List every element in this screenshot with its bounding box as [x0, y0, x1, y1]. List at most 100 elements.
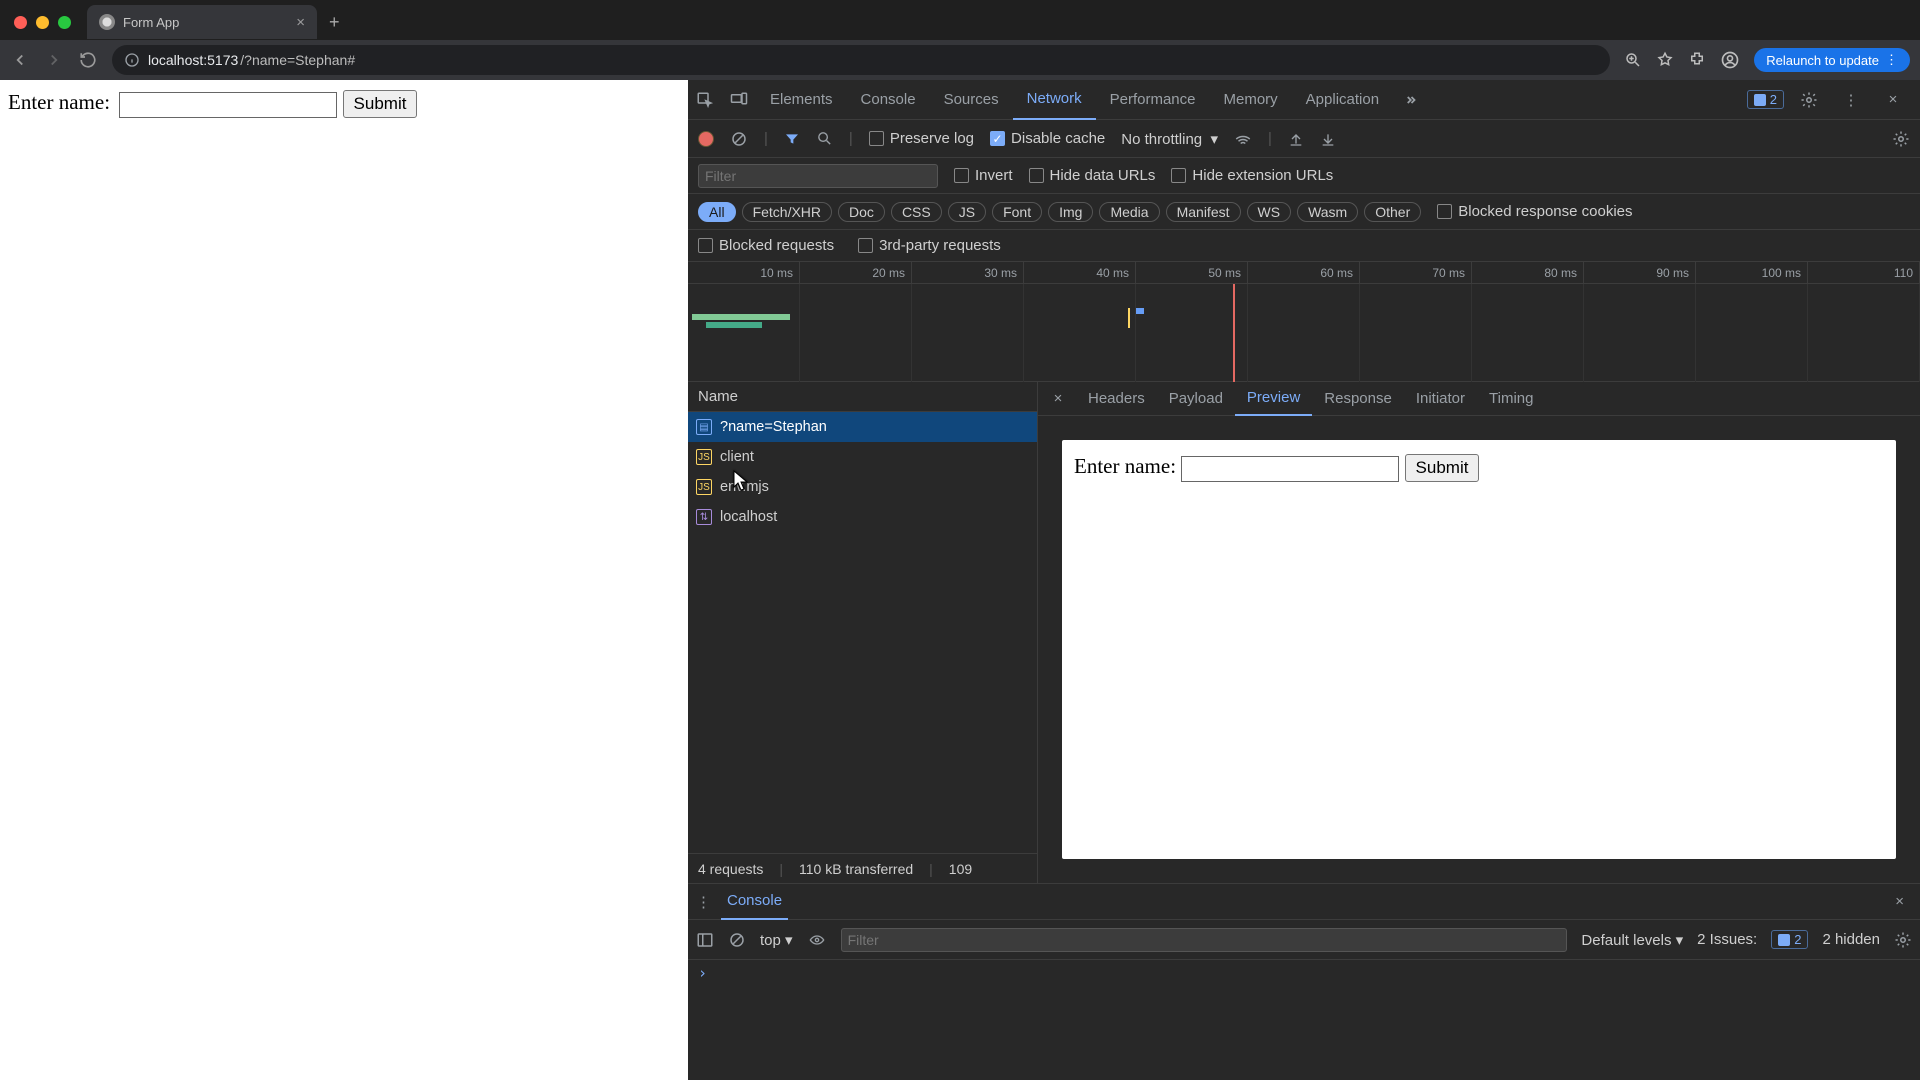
devtools-tab-bar: ElementsConsoleSourcesNetworkPerformance… — [688, 80, 1920, 120]
network-status-bar: 4 requests | 110 kB transferred | 109 — [688, 853, 1037, 883]
extensions-icon[interactable] — [1688, 51, 1706, 69]
search-icon[interactable] — [816, 130, 833, 147]
request-row[interactable]: JSclient — [688, 442, 1037, 472]
blocked-requests-checkbox[interactable]: Blocked requests — [698, 237, 834, 254]
preview-submit-button[interactable]: Submit — [1405, 454, 1480, 482]
detail-tab-initiator[interactable]: Initiator — [1404, 382, 1477, 416]
type-pill-img[interactable]: Img — [1048, 202, 1093, 222]
console-body[interactable]: › — [688, 960, 1920, 1080]
request-row[interactable]: ▤?name=Stephan — [688, 412, 1037, 442]
console-settings-icon[interactable] — [1894, 931, 1912, 949]
new-tab-button[interactable]: + — [323, 12, 346, 33]
request-row[interactable]: ⇅localhost — [688, 502, 1037, 532]
resources-size: 109 — [949, 861, 972, 877]
devtools-tab-memory[interactable]: Memory — [1210, 80, 1292, 120]
column-header-name[interactable]: Name — [688, 382, 1037, 412]
console-issues-label: 2 Issues: — [1697, 931, 1757, 948]
type-pill-fetchxhr[interactable]: Fetch/XHR — [742, 202, 832, 222]
type-pill-font[interactable]: Font — [992, 202, 1042, 222]
type-pill-ws[interactable]: WS — [1247, 202, 1292, 222]
request-list: Name ▤?name=StephanJSclientJSenv.mjs⇅loc… — [688, 382, 1038, 883]
device-toolbar-icon[interactable] — [722, 80, 756, 120]
disable-cache-checkbox[interactable]: ✓Disable cache — [990, 130, 1105, 147]
invert-checkbox[interactable]: Invert — [954, 167, 1013, 184]
devtools-tab-elements[interactable]: Elements — [756, 80, 847, 120]
console-filter-input[interactable] — [841, 928, 1568, 952]
third-party-checkbox[interactable]: 3rd-party requests — [858, 237, 1001, 254]
detail-tab-payload[interactable]: Payload — [1157, 382, 1235, 416]
devtools-close-icon[interactable]: × — [1876, 80, 1910, 120]
site-info-icon[interactable] — [124, 52, 140, 68]
devtools-tab-application[interactable]: Application — [1292, 80, 1393, 120]
hide-extension-urls-checkbox[interactable]: Hide extension URLs — [1171, 167, 1333, 184]
clear-button[interactable] — [730, 130, 748, 148]
type-pill-media[interactable]: Media — [1099, 202, 1159, 222]
extra-filter-row: Blocked requests 3rd-party requests — [688, 230, 1920, 262]
minimize-window-icon[interactable] — [36, 16, 49, 29]
address-bar[interactable]: localhost:5173/?name=Stephan# — [112, 45, 1610, 75]
detail-tab-response[interactable]: Response — [1312, 382, 1404, 416]
name-input[interactable] — [119, 92, 337, 118]
detail-tab-timing[interactable]: Timing — [1477, 382, 1545, 416]
type-pill-manifest[interactable]: Manifest — [1166, 202, 1241, 222]
live-expression-icon[interactable] — [807, 932, 827, 948]
detail-close-icon[interactable]: × — [1044, 390, 1072, 407]
devtools-tab-sources[interactable]: Sources — [930, 80, 1013, 120]
fullscreen-window-icon[interactable] — [58, 16, 71, 29]
request-row[interactable]: JSenv.mjs — [688, 472, 1037, 502]
back-button[interactable] — [10, 51, 30, 69]
profile-icon[interactable] — [1720, 50, 1740, 70]
drawer-close-icon[interactable]: × — [1895, 893, 1912, 910]
type-pill-other[interactable]: Other — [1364, 202, 1421, 222]
submit-button[interactable]: Submit — [343, 90, 418, 118]
forward-button[interactable] — [44, 51, 64, 69]
favicon-icon — [99, 14, 115, 30]
relaunch-button[interactable]: Relaunch to update⋮ — [1754, 48, 1910, 72]
detail-tab-headers[interactable]: Headers — [1076, 382, 1157, 416]
type-pill-wasm[interactable]: Wasm — [1297, 202, 1358, 222]
type-pill-all[interactable]: All — [698, 202, 736, 222]
throttling-select[interactable]: No throttling ▾ — [1121, 130, 1218, 148]
hide-data-urls-checkbox[interactable]: Hide data URLs — [1029, 167, 1156, 184]
detail-tab-preview[interactable]: Preview — [1235, 382, 1312, 416]
gear-icon[interactable] — [1792, 80, 1826, 120]
record-button[interactable] — [698, 131, 714, 147]
more-tabs-icon[interactable] — [1393, 80, 1427, 120]
reload-button[interactable] — [78, 51, 98, 69]
console-context-select[interactable]: top ▾ — [760, 931, 793, 949]
console-drawer-tab[interactable]: Console — [721, 884, 788, 920]
tab-strip: Form App × + — [0, 0, 1920, 40]
blocked-cookies-checkbox[interactable]: Blocked response cookies — [1437, 203, 1632, 220]
type-pill-js[interactable]: JS — [948, 202, 986, 222]
timeline-tick: 70 ms — [1360, 262, 1472, 283]
browser-tab[interactable]: Form App × — [87, 5, 317, 39]
network-conditions-icon[interactable] — [1234, 130, 1252, 148]
console-sidebar-icon[interactable] — [696, 931, 714, 949]
inspect-element-icon[interactable] — [688, 80, 722, 120]
zoom-icon[interactable] — [1624, 51, 1642, 69]
devtools-tab-network[interactable]: Network — [1013, 80, 1096, 120]
console-clear-icon[interactable] — [728, 931, 746, 949]
devtools-tab-console[interactable]: Console — [847, 80, 930, 120]
preview-input[interactable] — [1181, 456, 1399, 482]
network-filter-input[interactable] — [698, 164, 938, 188]
type-pill-css[interactable]: CSS — [891, 202, 942, 222]
network-controls: | | Preserve log ✓Disable cache No throt… — [688, 120, 1920, 158]
tab-close-icon[interactable]: × — [296, 14, 305, 31]
bookmark-icon[interactable] — [1656, 51, 1674, 69]
devtools-tab-performance[interactable]: Performance — [1096, 80, 1210, 120]
drawer-kebab-icon[interactable]: ⋮ — [696, 893, 711, 911]
filter-icon[interactable] — [784, 131, 800, 147]
upload-har-icon[interactable] — [1288, 131, 1304, 147]
timeline-bar — [692, 314, 790, 320]
issues-badge[interactable]: 2 — [1747, 90, 1784, 109]
log-levels-select[interactable]: Default levels ▾ — [1581, 931, 1683, 949]
network-settings-icon[interactable] — [1892, 130, 1910, 148]
console-issues-badge[interactable]: 2 — [1771, 930, 1808, 949]
download-har-icon[interactable] — [1320, 131, 1336, 147]
close-window-icon[interactable] — [14, 16, 27, 29]
network-timeline[interactable]: 10 ms20 ms30 ms40 ms50 ms60 ms70 ms80 ms… — [688, 262, 1920, 382]
preserve-log-checkbox[interactable]: Preserve log — [869, 130, 974, 147]
type-pill-doc[interactable]: Doc — [838, 202, 885, 222]
kebab-icon[interactable]: ⋮ — [1834, 80, 1868, 120]
